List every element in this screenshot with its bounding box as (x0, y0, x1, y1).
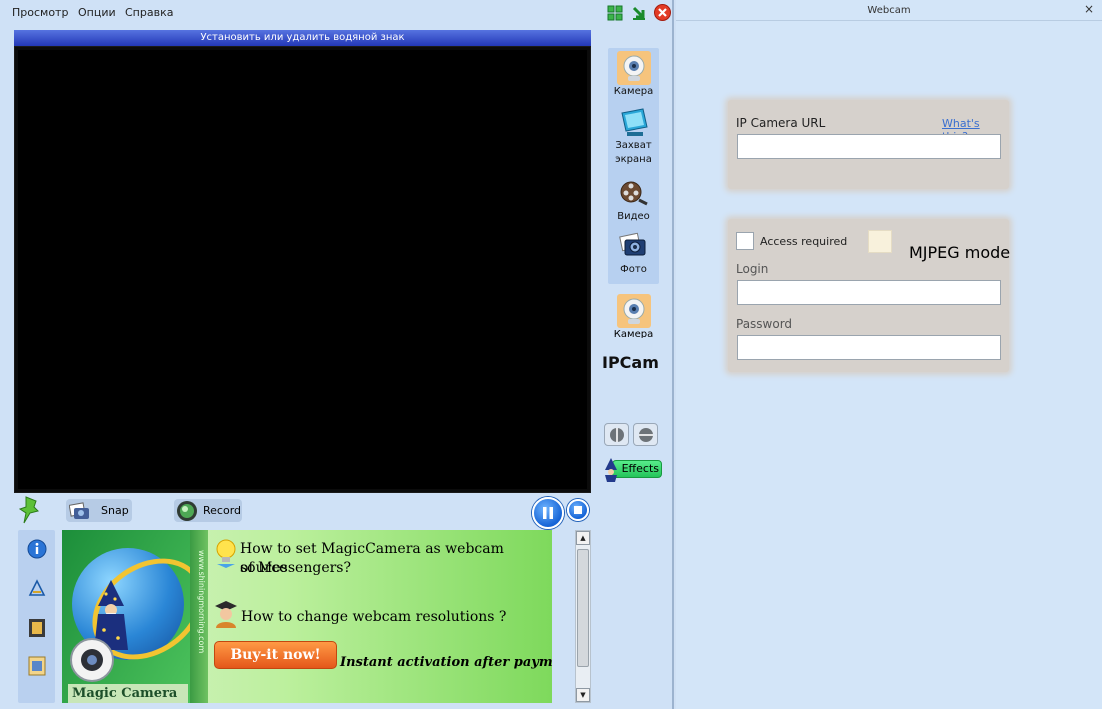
dialog-close-icon[interactable]: × (1084, 2, 1094, 16)
buy-now-button[interactable]: Buy-it now! (214, 641, 337, 669)
flip-vertical-button[interactable] (633, 423, 658, 446)
minimize-icon[interactable] (630, 4, 647, 21)
record-button[interactable]: Record (174, 499, 242, 522)
magiccamera-window: Просмотр Опции Справка Установить или уд… (0, 0, 674, 709)
box-side-url: www.shiningmorning.com (197, 550, 206, 654)
source-panel: Камера Захват экрана Видео Фото (608, 48, 659, 284)
close-icon[interactable] (654, 4, 671, 21)
mjpeg-mode-label: MJPEG mode (909, 243, 1011, 262)
webcam-icon (616, 294, 651, 328)
scroll-up-icon[interactable]: ▲ (576, 531, 590, 545)
product-box (62, 530, 223, 703)
menu-bar: Просмотр Опции Справка (0, 0, 674, 26)
monitor-icon (617, 105, 651, 139)
scroll-thumb[interactable] (577, 549, 589, 667)
flip-vertical-icon (638, 427, 653, 442)
drawing-tool-icon[interactable] (27, 578, 47, 598)
flip-horizontal-button[interactable] (604, 423, 629, 446)
menu-view[interactable]: Просмотр (12, 6, 68, 19)
lightbulb-icon (216, 539, 236, 568)
instant-activation-text: Instant activation after payment! (340, 655, 552, 670)
faq-link-resolutions[interactable]: How to change webcam resolutions ? (241, 608, 506, 627)
title-divider (676, 20, 1102, 21)
pause-button[interactable] (532, 497, 564, 529)
source-photo[interactable]: Фото (608, 229, 659, 277)
password-input[interactable] (737, 335, 1001, 360)
stop-button[interactable] (567, 499, 589, 521)
snapshot-icon (69, 501, 89, 519)
tools-column (18, 530, 55, 703)
ip-camera-url-input[interactable] (737, 134, 1001, 159)
access-required-checkbox[interactable] (736, 232, 754, 250)
scroll-down-icon[interactable]: ▼ (576, 688, 590, 702)
product-title: Magic Camera (68, 684, 188, 703)
mjpeg-mode-toggle[interactable] (868, 230, 892, 253)
effects-button[interactable]: Effects (602, 458, 662, 482)
film-reel-icon (617, 176, 651, 210)
stop-icon (574, 506, 582, 514)
webcam-icon (70, 638, 114, 682)
film-frame-icon[interactable] (27, 618, 47, 638)
ipcam-label: IPCam (602, 353, 659, 372)
webcam-dialog: Webcam × IP Camera URL What's this? Acce… (676, 0, 1102, 709)
info-icon[interactable] (27, 539, 47, 559)
pin-icon[interactable] (18, 495, 42, 525)
layout-icon[interactable] (606, 4, 623, 21)
promo-banner[interactable]: www.shiningmorning.com Magic Camera How … (62, 530, 552, 703)
pause-icon (543, 507, 553, 519)
source-video[interactable]: Видео (608, 176, 659, 224)
ip-camera-url-label: IP Camera URL (736, 116, 826, 130)
ip-camera-url-panel: IP Camera URL What's this? (728, 100, 1009, 189)
login-input[interactable] (737, 280, 1001, 305)
flip-horizontal-icon (609, 427, 624, 442)
snap-button[interactable]: Snap (66, 499, 132, 522)
menu-options[interactable]: Опции (78, 6, 116, 19)
menu-help[interactable]: Справка (125, 6, 173, 19)
ad-scrollbar[interactable]: ▲ ▼ (575, 530, 591, 703)
webcam-icon (616, 51, 651, 85)
password-label: Password (736, 317, 793, 331)
login-label: Login (736, 262, 769, 276)
watermark-button[interactable]: Установить или удалить водяной знак (14, 30, 591, 46)
gallery-icon[interactable] (27, 656, 47, 676)
record-icon (177, 500, 197, 521)
faq-link-webcam-source-cont[interactable]: of Messengers? (240, 559, 351, 578)
access-required-label: Access required (760, 235, 848, 248)
ipcam-source[interactable]: Камера (608, 294, 659, 338)
dialog-title: Webcam (867, 5, 911, 16)
photo-camera-icon (617, 229, 651, 263)
video-preview (14, 46, 591, 493)
wizard-icon (605, 458, 617, 482)
source-camera[interactable]: Камера (608, 51, 659, 99)
graduate-icon (215, 601, 237, 628)
source-screen-capture[interactable]: Захват экрана (608, 105, 659, 167)
